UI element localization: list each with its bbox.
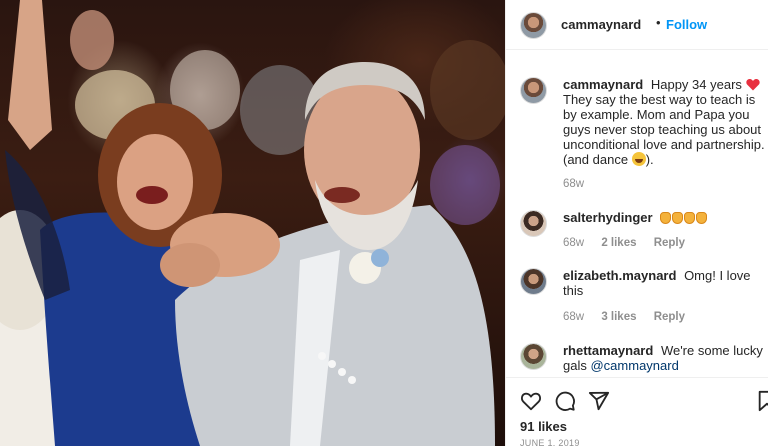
comment-body: salterhydinger (563, 210, 768, 225)
caption-time[interactable]: 68w (563, 178, 584, 190)
comment-meta: 68w 2 likes Reply (563, 237, 699, 249)
comments-list[interactable]: cammaynard Happy 34 years They say the b… (506, 51, 768, 375)
comment-body: elizabeth.maynard Omg! I love this (563, 268, 768, 298)
caption-closing: ). (645, 152, 654, 167)
commenter-avatar[interactable] (520, 268, 547, 295)
commenter-avatar[interactable] (520, 343, 547, 370)
separator-dot: • (656, 15, 661, 30)
bookmark-icon[interactable] (756, 390, 768, 412)
post-date: JUNE 1, 2019 (520, 438, 580, 446)
follow-button[interactable]: Follow (666, 17, 707, 32)
post-photo[interactable] (0, 0, 505, 446)
caption-text-rest: They say the best way to teach is by exa… (563, 92, 765, 167)
author-username[interactable]: cammaynard (561, 17, 641, 32)
caption-text: cammaynard Happy 34 years They say the b… (563, 77, 768, 167)
post-header: cammaynard • Follow (506, 0, 768, 50)
clapping-hands-emoji-icon (660, 210, 708, 225)
comment-time[interactable]: 68w (563, 311, 584, 323)
caption-text-start: Happy 34 years (650, 77, 742, 92)
caption-meta: 68w (563, 178, 598, 190)
reply-button[interactable]: Reply (654, 237, 685, 249)
comment-likes[interactable]: 3 likes (601, 311, 636, 323)
action-bar: 91 likes JUNE 1, 2019 (506, 377, 768, 446)
caption-avatar[interactable] (520, 77, 547, 104)
red-heart-emoji-icon (745, 78, 760, 91)
author-avatar[interactable] (520, 12, 547, 39)
share-icon[interactable] (588, 390, 610, 412)
commenter-username[interactable]: salterhydinger (563, 210, 653, 225)
post-sidebar: cammaynard • Follow cammaynard Happy 34 … (505, 0, 768, 446)
comment-meta: 68w 3 likes Reply (563, 311, 699, 323)
commenter-avatar[interactable] (520, 210, 547, 237)
comment-icon[interactable] (554, 390, 576, 412)
commenter-username[interactable]: elizabeth.maynard (563, 268, 676, 283)
comment-likes[interactable]: 2 likes (601, 237, 636, 249)
laughing-face-emoji-icon (631, 152, 646, 166)
heart-icon[interactable] (520, 390, 542, 412)
mention-link[interactable]: @cammaynard (590, 358, 678, 373)
photo-illustration (0, 0, 505, 446)
reply-button[interactable]: Reply (654, 311, 685, 323)
likes-count[interactable]: 91 likes (520, 419, 567, 434)
comment-body: rhettamaynard We're some lucky gals @cam… (563, 343, 768, 373)
commenter-username[interactable]: rhettamaynard (563, 343, 653, 358)
caption-username[interactable]: cammaynard (563, 77, 643, 92)
comment-time[interactable]: 68w (563, 237, 584, 249)
